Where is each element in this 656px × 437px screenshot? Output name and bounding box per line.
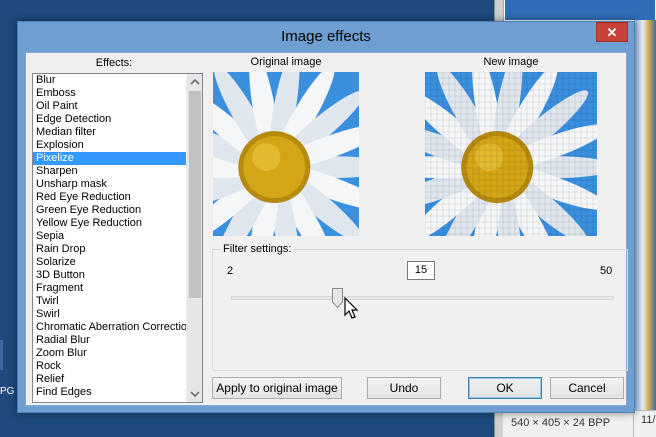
effects-list-item[interactable]: 3D Button: [33, 269, 188, 282]
background-window-header: [505, 0, 655, 20]
effects-list-item[interactable]: Zoom Blur: [33, 347, 188, 360]
effects-list-item[interactable]: Edge Detection: [33, 113, 188, 126]
apply-to-original-button[interactable]: Apply to original image: [212, 377, 342, 399]
effects-list-item[interactable]: Sharpen: [33, 165, 188, 178]
effects-scrollbar[interactable]: [186, 74, 202, 402]
filter-settings-group: Filter settings: 2 50 15: [212, 243, 628, 371]
scroll-up-button[interactable]: [187, 74, 202, 90]
effects-list-item[interactable]: Twirl: [33, 295, 188, 308]
effects-list-item[interactable]: Rock: [33, 360, 188, 373]
effects-list-item[interactable]: Sepia: [33, 230, 188, 243]
effects-label: Effects:: [95, 57, 133, 69]
scroll-down-button[interactable]: [187, 386, 202, 402]
dialog-client: Effects: Blur Emboss Oil Paint Edge Detecti…: [25, 52, 628, 406]
slider-min-label: 2: [227, 265, 234, 277]
effects-list-item[interactable]: Find Edges: [33, 386, 188, 399]
effects-list-item[interactable]: Blur: [33, 74, 188, 87]
filter-value-field[interactable]: 15: [407, 261, 435, 280]
background-image-edge: [634, 20, 656, 410]
cancel-button[interactable]: Cancel: [550, 377, 624, 399]
ok-button[interactable]: OK: [468, 377, 542, 399]
effects-list-item[interactable]: Emboss: [33, 87, 188, 100]
dialog-title: Image effects: [281, 28, 371, 45]
chevron-down-icon: [190, 391, 200, 398]
effects-list-item[interactable]: Median filter: [33, 126, 188, 139]
effects-list-item[interactable]: Green Eye Reduction: [33, 204, 188, 217]
desktop-label: PG: [0, 386, 15, 397]
scroll-thumb[interactable]: [189, 91, 201, 298]
effects-listbox[interactable]: Blur Emboss Oil Paint Edge Detection Median …: [32, 73, 203, 403]
effects-list-item[interactable]: Relief: [33, 373, 188, 386]
effects-list-item[interactable]: Unsharp mask: [33, 178, 188, 191]
background-status-right: 11/: [641, 414, 656, 426]
effects-list-item[interactable]: Solarize: [33, 256, 188, 269]
desktop-edge: [0, 340, 3, 370]
effects-list-item[interactable]: Chromatic Aberration Correction: [33, 321, 193, 334]
effects-list-item[interactable]: Rain Drop: [33, 243, 188, 256]
slider-max-label: 50: [600, 265, 613, 277]
filter-slider-track[interactable]: [231, 296, 614, 300]
undo-button[interactable]: Undo: [367, 377, 441, 399]
effects-list-item[interactable]: Yellow Eye Reduction: [33, 217, 188, 230]
original-image: [213, 72, 385, 236]
mouse-pointer-icon: [344, 297, 359, 319]
close-icon: ✕: [606, 25, 618, 40]
filter-settings-label: Filter settings:: [221, 243, 294, 255]
statusbar-divider: [633, 410, 634, 437]
effects-list: Blur Emboss Oil Paint Edge Detection Median …: [33, 74, 193, 399]
effects-list-item[interactable]: Oil Paint: [33, 100, 188, 113]
effects-list-item[interactable]: Fragment: [33, 282, 188, 295]
close-button[interactable]: ✕: [596, 22, 628, 42]
new-image-title: New image: [483, 56, 539, 68]
effects-list-item[interactable]: Pixelize: [33, 152, 188, 165]
effects-list-item[interactable]: Explosion: [33, 139, 188, 152]
new-image: [425, 72, 597, 236]
effects-list-item[interactable]: Swirl: [33, 308, 188, 321]
original-image-title: Original image: [250, 56, 322, 68]
effects-list-item[interactable]: Red Eye Reduction: [33, 191, 188, 204]
filter-slider-thumb[interactable]: [332, 288, 343, 308]
effects-list-item[interactable]: Radial Blur: [33, 334, 188, 347]
image-effects-dialog: Image effects ✕ Effects: Blur Emboss Oil P…: [17, 21, 635, 413]
chevron-up-icon: [190, 78, 200, 85]
